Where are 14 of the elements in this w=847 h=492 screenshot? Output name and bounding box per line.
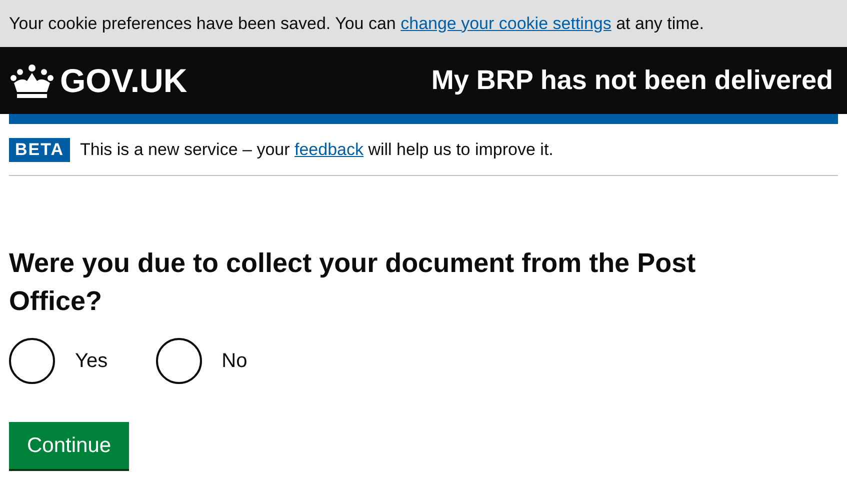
site-logo[interactable]: GOV.UK bbox=[60, 62, 188, 100]
radio-button[interactable] bbox=[156, 338, 202, 384]
radio-label: Yes bbox=[75, 350, 108, 372]
crown-icon bbox=[10, 62, 54, 98]
service-name: My BRP has not been delivered bbox=[431, 65, 833, 96]
cookie-message: Your cookie preferences have been saved. You can change your cookie settings at any time. bbox=[9, 14, 704, 34]
cookie-settings-link[interactable]: change your cookie settings bbox=[400, 14, 612, 32]
radio-label: No bbox=[222, 350, 248, 372]
radio-button[interactable] bbox=[9, 338, 55, 384]
continue-button[interactable]: Continue bbox=[9, 422, 130, 469]
phase-tag: BETA bbox=[9, 138, 70, 162]
feedback-link[interactable]: feedback bbox=[294, 140, 364, 159]
question-heading: Were you due to collect your document from the Post Office? bbox=[9, 247, 697, 318]
phase-message: This is a new service – your feedback will help us to improve it. bbox=[80, 140, 554, 160]
